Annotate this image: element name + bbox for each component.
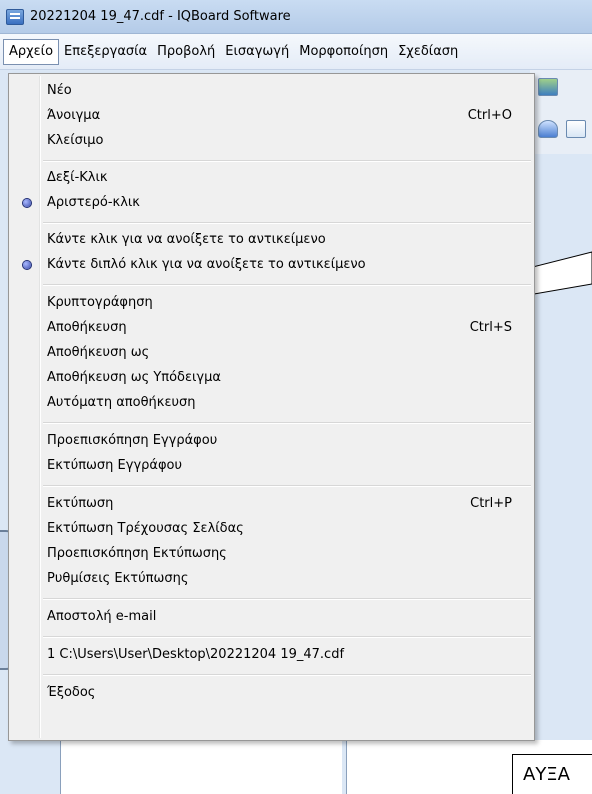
menu-separator <box>43 422 531 424</box>
menu-insert[interactable]: Εισαγωγή <box>220 40 294 64</box>
menu-item-left-click[interactable]: Αριστερό-κλικ <box>9 192 534 214</box>
title-bar: 20221204 19_47.cdf - IQBoard Software <box>0 0 592 34</box>
menu-item-print[interactable]: Εκτύπωση Ctrl+P <box>9 493 534 515</box>
menu-separator <box>43 284 531 286</box>
image-icon[interactable] <box>538 78 558 96</box>
radio-selected-icon <box>23 261 31 269</box>
menu-item-new[interactable]: Νέο <box>9 80 534 102</box>
menu-item-double-click-open-object[interactable]: Κάντε διπλό κλικ για να ανοίξετε το αντι… <box>9 254 534 276</box>
menu-separator <box>43 485 531 487</box>
menu-item-document-preview[interactable]: Προεπισκόπηση Εγγράφου <box>9 430 534 452</box>
menu-edit[interactable]: Επεξεργασία <box>59 40 152 64</box>
shortcut-label: Ctrl+O <box>467 108 512 123</box>
menu-draw[interactable]: Σχεδίαση <box>393 40 463 64</box>
menu-item-print-settings[interactable]: Ρυθμίσεις Εκτύπωσης <box>9 568 534 590</box>
menu-separator <box>43 598 531 600</box>
menu-item-save-as-template[interactable]: Αποθήκευση ως Υπόδειγμα <box>9 367 534 389</box>
menu-item-close[interactable]: Κλείσιμο <box>9 130 534 152</box>
menu-item-print-document[interactable]: Εκτύπωση Εγγράφου <box>9 455 534 477</box>
app-icon[interactable] <box>6 8 24 25</box>
menu-separator <box>43 674 531 676</box>
menu-view[interactable]: Προβολή <box>152 40 220 64</box>
menu-file[interactable]: Αρχείο <box>3 38 60 65</box>
menu-item-encryption[interactable]: Κρυπτογράφηση <box>9 292 534 314</box>
shortcut-label: Ctrl+P <box>470 496 512 511</box>
menu-separator <box>43 160 531 162</box>
menu-item-click-open-object[interactable]: Κάντε κλικ για να ανοίξετε το αντικείμεν… <box>9 229 534 251</box>
menu-item-auto-save[interactable]: Αυτόματη αποθήκευση <box>9 392 534 414</box>
menu-item-open[interactable]: Άνοιγμα Ctrl+O <box>9 105 534 127</box>
document-page-left <box>60 740 342 794</box>
menu-bar: Αρχείο Επεξεργασία Προβολή Εισαγωγή Μορφ… <box>0 34 592 70</box>
shortcut-label: Ctrl+S <box>469 320 512 335</box>
toolbar <box>530 70 592 154</box>
window-title: 20221204 19_47.cdf - IQBoard Software <box>30 9 291 24</box>
menu-item-right-click[interactable]: Δεξί-Κλικ <box>9 167 534 189</box>
menu-item-print-preview[interactable]: Προεπισκόπηση Εκτύπωσης <box>9 543 534 565</box>
file-menu-dropdown: Νέο Άνοιγμα Ctrl+O Κλείσιμο Δεξί-Κλικ Αρι… <box>8 73 535 741</box>
menu-item-recent-file[interactable]: 1 C:\Users\User\Desktop\20221204 19_47.c… <box>9 644 534 666</box>
picture-icon[interactable] <box>566 120 586 138</box>
menu-item-send-email[interactable]: Αποστολή e-mail <box>9 606 534 628</box>
pentagon-icon[interactable] <box>538 120 558 138</box>
menu-item-save-as[interactable]: Αποθήκευση ως <box>9 342 534 364</box>
menu-separator <box>43 636 531 638</box>
menu-item-print-current-page[interactable]: Εκτύπωση Τρέχουσας Σελίδας <box>9 518 534 540</box>
radio-selected-icon <box>23 199 31 207</box>
menu-item-exit[interactable]: Έξοδος <box>9 682 534 704</box>
menu-item-save[interactable]: Αποθήκευση Ctrl+S <box>9 317 534 339</box>
menu-separator <box>43 222 531 224</box>
menu-format[interactable]: Μορφοποίηση <box>294 40 393 64</box>
canvas-text-box[interactable]: ΑΥΞΑ <box>512 754 592 794</box>
